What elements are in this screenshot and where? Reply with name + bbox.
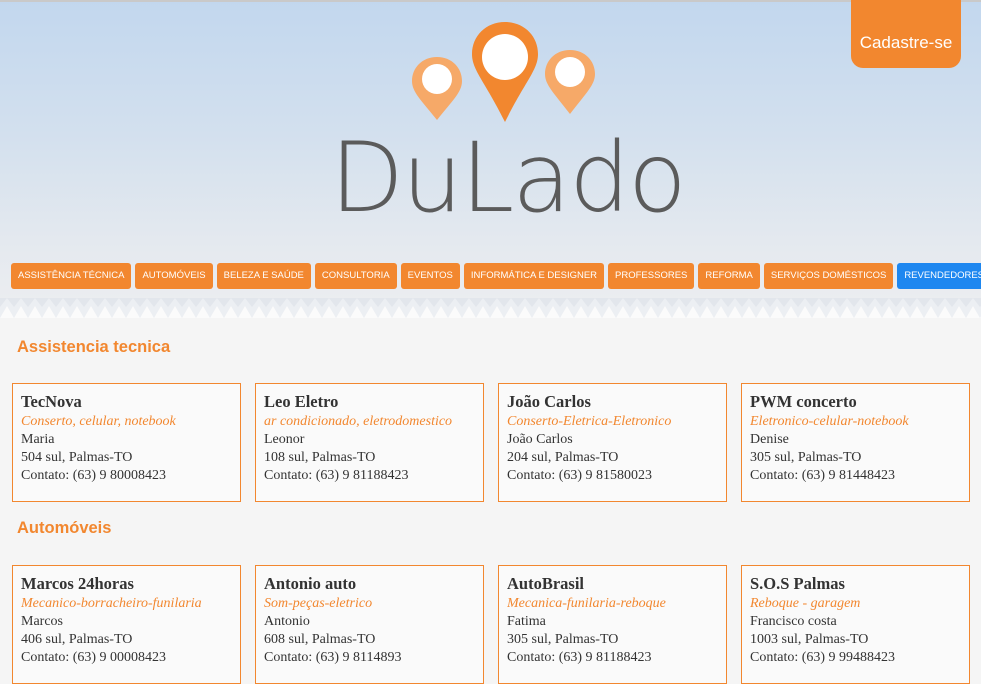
card-contact: Contato: (63) 9 99488423 [750, 650, 896, 665]
card-tags: Reboque - garagem [750, 596, 861, 611]
card-name: TecNova [21, 392, 82, 411]
card-tags: Mecanica-funilaria-reboque [507, 596, 666, 611]
card-person: Antonio [264, 614, 310, 629]
card-name: S.O.S Palmas [750, 574, 845, 593]
card-person: Marcos [21, 614, 63, 629]
card-address: 305 sul, Palmas-TO [507, 632, 619, 647]
listings-content: Assistencia tecnica TecNova Conserto, ce… [0, 318, 981, 684]
card-name: Leo Eletro [264, 392, 339, 411]
card-address: 108 sul, Palmas-TO [264, 450, 376, 465]
card-contact: Contato: (63) 9 80008423 [21, 468, 167, 483]
section-title-assistencia: Assistencia tecnica [17, 338, 171, 356]
listing-card[interactable]: S.O.S Palmas Reboque - garagem Francisco… [741, 565, 970, 684]
card-person: Leonor [264, 432, 305, 447]
card-address: 1003 sul, Palmas-TO [750, 632, 869, 647]
nav-item-servicos-domesticos[interactable]: SERVIÇOS DOMÉSTICOS [763, 263, 894, 289]
section-title-automoveis: Automóveis [17, 519, 112, 537]
nav-item-assistencia-tecnica[interactable]: ASSISTÊNCIA TÉCNICA [11, 263, 132, 289]
card-tags: Eletronico-celular-notebook [750, 414, 909, 429]
listing-card[interactable]: Marcos 24horas Mecanico-borracheiro-funi… [12, 565, 241, 684]
card-contact: Contato: (63) 9 8114893 [264, 650, 402, 665]
card-tags: Conserto, celular, notebook [21, 414, 176, 429]
card-address: 608 sul, Palmas-TO [264, 632, 376, 647]
card-address: 504 sul, Palmas-TO [21, 450, 133, 465]
card-address: 305 sul, Palmas-TO [750, 450, 862, 465]
card-person: Denise [750, 432, 789, 447]
nav-item-consultoria[interactable]: CONSULTORIA [314, 263, 397, 289]
listing-card[interactable]: PWM concerto Eletronico-celular-notebook… [741, 383, 970, 502]
card-person: Francisco costa [750, 614, 837, 629]
listing-card[interactable]: João Carlos Conserto-Eletrica-Eletronico… [498, 383, 727, 502]
listing-card[interactable]: Leo Eletro ar condicionado, eletrodomest… [255, 383, 484, 502]
card-person: Maria [21, 432, 55, 447]
nav-item-professores[interactable]: PROFESSORES [608, 263, 695, 289]
card-tags: Mecanico-borracheiro-funilaria [21, 596, 202, 611]
signup-button[interactable]: Cadastre-se [851, 0, 961, 68]
nav-item-automoveis[interactable]: AUTOMÓVEIS [135, 263, 213, 289]
card-name: AutoBrasil [507, 574, 585, 593]
card-name: Antonio auto [264, 574, 357, 593]
zigzag-divider [0, 298, 981, 318]
card-contact: Contato: (63) 9 81448423 [750, 468, 896, 483]
nav-item-eventos[interactable]: EVENTOS [400, 263, 460, 289]
card-person: Fatima [507, 614, 546, 629]
card-name: Marcos 24horas [21, 574, 134, 593]
header-banner: Cadastre-se DuLado ASSISTÊNCIA TÉCNICA A… [0, 0, 981, 300]
card-person: João Carlos [507, 432, 573, 447]
category-nav: ASSISTÊNCIA TÉCNICA AUTOMÓVEIS BELEZA E … [11, 263, 981, 289]
nav-item-revendedores[interactable]: REVENDEDORES [897, 263, 981, 289]
card-address: 406 sul, Palmas-TO [21, 632, 133, 647]
card-tags: Som-peças-eletrico [264, 596, 373, 611]
card-contact: Contato: (63) 9 81580023 [507, 468, 653, 483]
top-border [0, 0, 981, 2]
nav-item-reforma[interactable]: REFORMA [698, 263, 760, 289]
listing-card[interactable]: AutoBrasil Mecanica-funilaria-reboque Fa… [498, 565, 727, 684]
listing-card[interactable]: TecNova Conserto, celular, notebook Mari… [12, 383, 241, 502]
card-tags: Conserto-Eletrica-Eletronico [507, 414, 672, 429]
card-contact: Contato: (63) 9 81188423 [264, 468, 409, 483]
card-contact: Contato: (63) 9 00008423 [21, 650, 167, 665]
card-name: João Carlos [507, 392, 591, 411]
location-pins-icon [412, 22, 595, 122]
listing-card[interactable]: Antonio auto Som-peças-eletrico Antonio … [255, 565, 484, 684]
card-tags: ar condicionado, eletrodomestico [264, 414, 453, 429]
card-name: PWM concerto [750, 392, 857, 411]
nav-item-beleza-e-saude[interactable]: BELEZA E SAÚDE [216, 263, 311, 289]
card-contact: Contato: (63) 9 81188423 [507, 650, 652, 665]
logo-text: DuLado [330, 122, 687, 234]
nav-item-informatica-e-designer[interactable]: INFORMÁTICA E DESIGNER [463, 263, 605, 289]
card-address: 204 sul, Palmas-TO [507, 450, 619, 465]
